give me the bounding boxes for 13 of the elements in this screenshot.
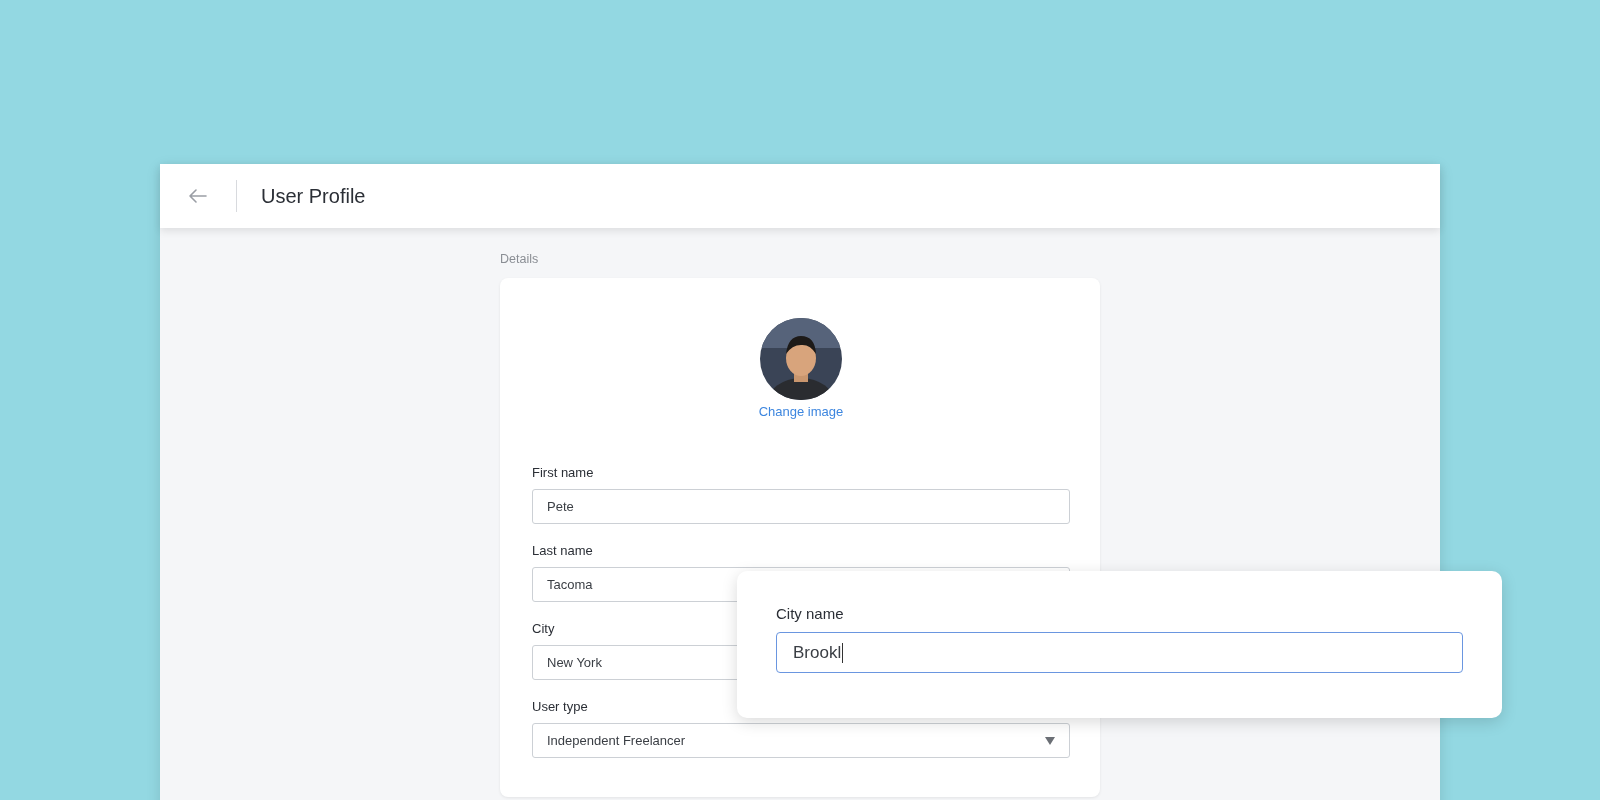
dropdown[interactable]: Independent Freelancer (532, 723, 1070, 758)
field-label: Last name (532, 543, 594, 558)
input-field[interactable]: Pete (532, 489, 1070, 524)
field-label: First name (532, 465, 595, 480)
change-image-link[interactable]: Change image (758, 404, 844, 419)
caret-icon (1045, 736, 1055, 745)
field-label: User type (532, 699, 589, 714)
window-title: User Profile (261, 184, 366, 208)
field-label: City (532, 621, 556, 636)
input-field[interactable]: Brookl (776, 632, 1463, 673)
back-arrow-icon (188, 188, 208, 204)
field-label: City name (776, 605, 845, 622)
section-label: Details (500, 252, 540, 266)
